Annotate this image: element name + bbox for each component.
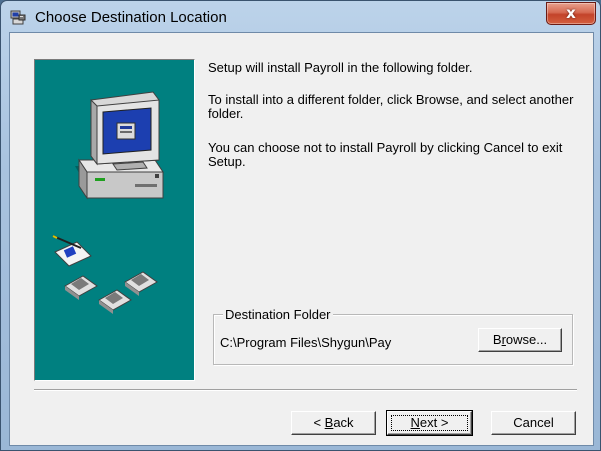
button-separator (34, 389, 577, 391)
title-bar[interactable]: Choose Destination Location x (1, 1, 600, 33)
computer-with-disks-illustration (52, 91, 164, 314)
side-illustration-panel (34, 59, 195, 381)
install-info-text: Setup will install Payroll in the follow… (208, 60, 473, 75)
installer-icon (10, 10, 26, 25)
browse-button[interactable]: Browse... (478, 328, 562, 352)
browse-label-post: owse... (505, 332, 548, 347)
destination-folder-label: Destination Folder (223, 307, 333, 322)
close-icon: x (566, 4, 576, 22)
destination-folder-group: Destination Folder C:\Program Files\Shyg… (213, 307, 573, 365)
back-button[interactable]: < Back (291, 411, 376, 435)
floppy-disk-3 (98, 289, 132, 314)
floppy-disk-2 (124, 271, 158, 296)
back-label-prefix: < (313, 415, 325, 430)
close-button[interactable]: x (546, 2, 596, 25)
next-focus-ring (391, 415, 468, 431)
browse-label-pre: B (492, 332, 502, 347)
window-title: Choose Destination Location (35, 9, 227, 26)
cancel-info-text: You can choose not to install Payroll by… (208, 140, 563, 169)
dialog-body: Setup will install Payroll in the follow… (9, 32, 594, 446)
change-folder-text: To install into a different folder, clic… (208, 92, 574, 121)
cancel-button[interactable]: Cancel (491, 411, 576, 435)
back-label-post: ack (333, 415, 354, 430)
next-button[interactable]: Next > (386, 410, 473, 436)
floppy-disk-1 (64, 275, 98, 300)
installer-window: Choose Destination Location x Setup will… (0, 0, 601, 451)
destination-path: C:\Program Files\Shygun\Pay (220, 335, 392, 350)
